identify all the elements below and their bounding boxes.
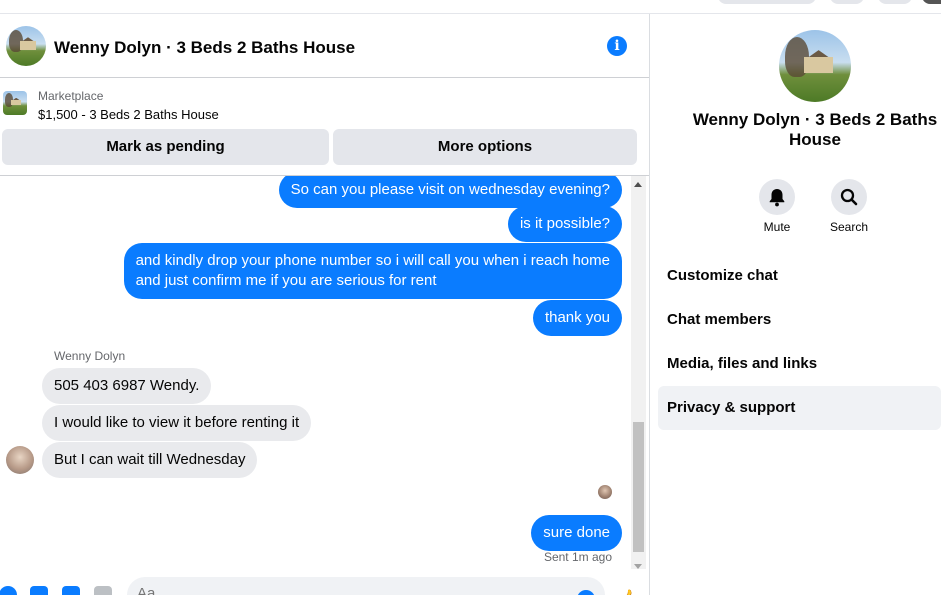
message-outgoing[interactable]: and kindly drop your phone number so i w… (123, 243, 622, 299)
plus-icon[interactable] (0, 586, 17, 595)
message-incoming[interactable]: I would like to view it before renting i… (42, 405, 312, 441)
listing-thumbnail[interactable] (3, 91, 27, 115)
message-list[interactable]: So can you please visit on wednesday eve… (0, 176, 631, 569)
like-icon[interactable]: 👍 (617, 589, 639, 595)
panel-avatar[interactable] (779, 30, 851, 102)
menu-pill[interactable] (830, 0, 864, 4)
menu-chat-members[interactable]: Chat members (658, 298, 941, 342)
menu-customize-chat[interactable]: Customize chat (658, 254, 941, 298)
panel-title: Wenny Dolyn · 3 Beds 2 Baths House (692, 110, 938, 149)
message-scrollbar[interactable] (631, 176, 646, 569)
message-outgoing[interactable]: sure done (531, 515, 622, 551)
chat-header: Wenny Dolyn · 3 Beds 2 Baths House i (0, 14, 649, 78)
mute-label: Mute (763, 220, 791, 234)
sent-status: Sent 1m ago (543, 550, 612, 564)
mute-button[interactable] (759, 179, 795, 215)
message-incoming[interactable]: 505 403 6987 Wendy. (42, 368, 212, 404)
sender-avatar[interactable] (6, 446, 34, 474)
menu-privacy-support[interactable]: Privacy & support (658, 386, 941, 430)
search-label: Search (829, 220, 869, 234)
bell-icon (769, 189, 785, 207)
message-input[interactable] (137, 585, 577, 595)
photo-icon[interactable] (30, 586, 48, 595)
message-outgoing[interactable]: So can you please visit on wednesday eve… (278, 176, 622, 208)
gif-icon[interactable] (94, 586, 112, 595)
chat-title[interactable]: Wenny Dolyn · 3 Beds 2 Baths House (54, 38, 355, 58)
scrollbar-thumb[interactable] (633, 422, 644, 552)
listing-source: Marketplace (38, 89, 104, 103)
marketplace-listing: Marketplace $1,500 - 3 Beds 2 Baths Hous… (0, 79, 649, 176)
message-composer: 👍 (0, 569, 649, 595)
message-input-box[interactable] (127, 577, 605, 595)
message-outgoing[interactable]: is it possible? (507, 206, 622, 242)
sender-name: Wenny Dolyn (54, 349, 126, 363)
notification-pill[interactable] (878, 0, 912, 4)
listing-price-title[interactable]: $1,500 - 3 Beds 2 Baths House (38, 107, 219, 122)
menu-media-files-links[interactable]: Media, files and links (658, 342, 941, 386)
mark-as-pending-button[interactable]: Mark as pending (2, 129, 329, 165)
search-icon (840, 188, 858, 206)
scroll-up-arrow-icon[interactable] (634, 182, 642, 187)
search-button[interactable] (831, 179, 867, 215)
sticker-icon[interactable] (62, 586, 80, 595)
search-pill[interactable] (718, 0, 816, 4)
seen-indicator-avatar (598, 485, 612, 499)
top-bar (0, 0, 941, 14)
info-icon[interactable]: i (607, 36, 627, 56)
more-options-button[interactable]: More options (333, 129, 637, 165)
message-incoming[interactable]: But I can wait till Wednesday (42, 442, 258, 478)
message-outgoing[interactable]: thank you (532, 300, 622, 336)
listing-avatar[interactable] (6, 26, 46, 66)
chat-info-panel: Wenny Dolyn · 3 Beds 2 Baths House Mute … (650, 14, 941, 595)
account-pill[interactable] (922, 0, 941, 4)
chat-pane: Wenny Dolyn · 3 Beds 2 Baths House i Mar… (0, 14, 650, 595)
